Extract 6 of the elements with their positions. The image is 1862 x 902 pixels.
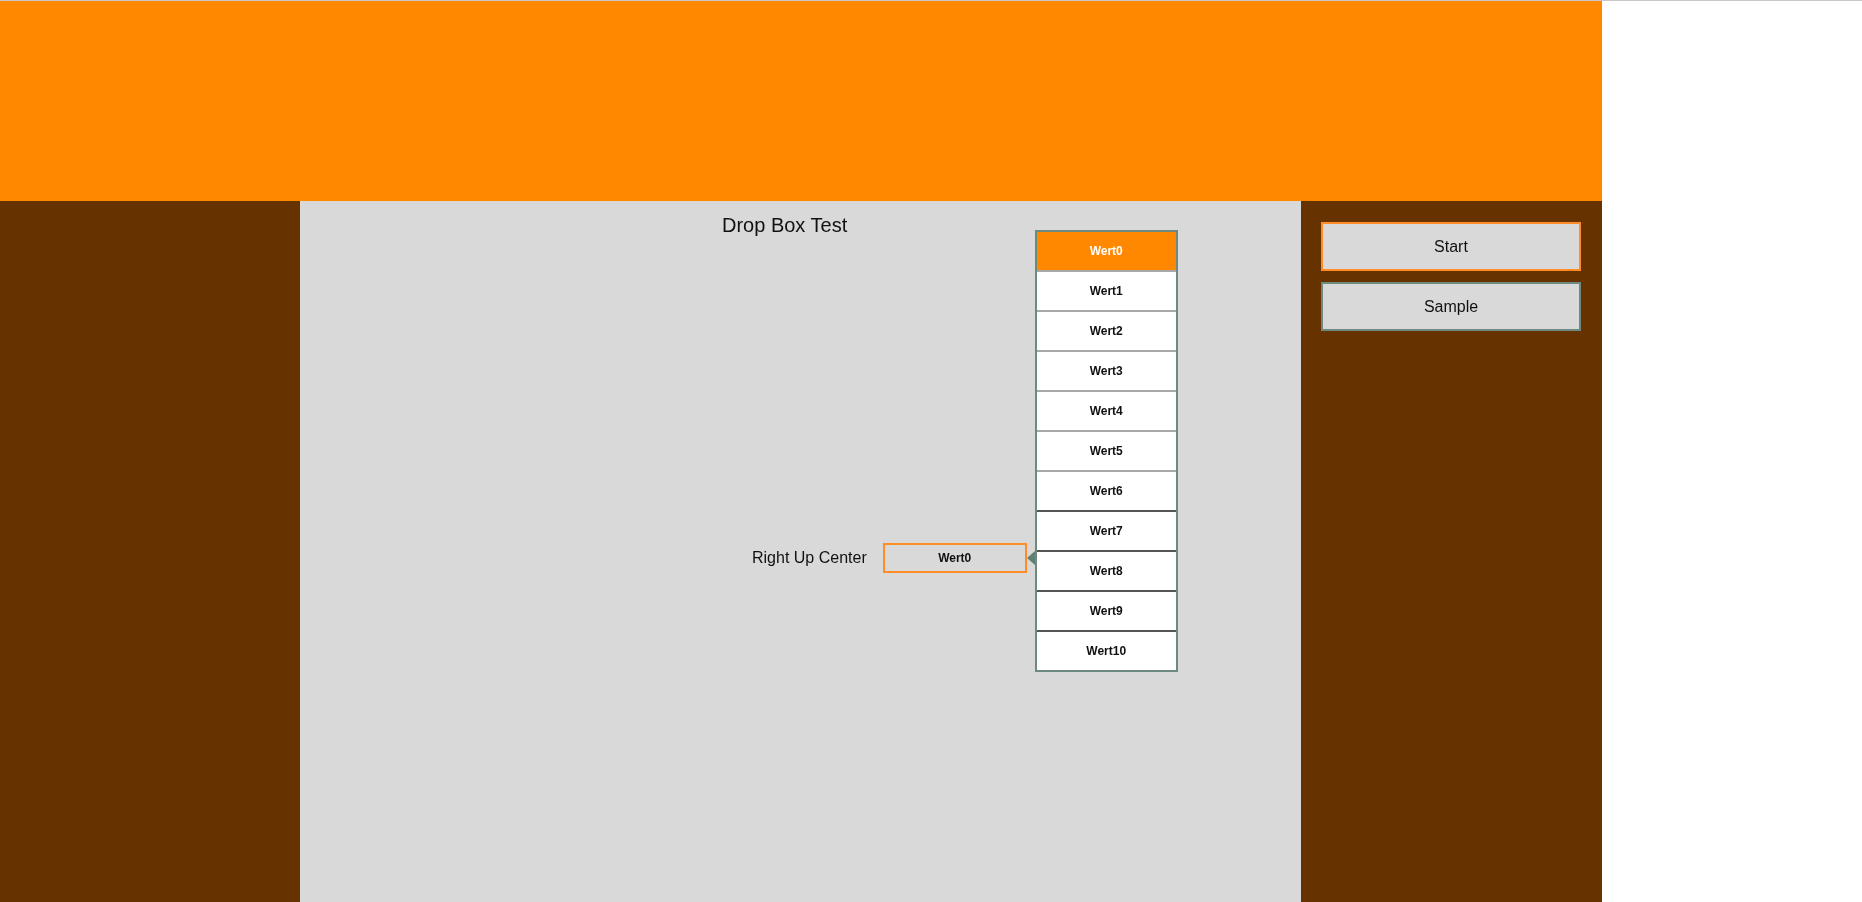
side-button[interactable]: Start (1321, 222, 1581, 271)
dropdown-field[interactable]: Wert0 (882, 543, 1027, 573)
side-button[interactable]: Sample (1321, 282, 1581, 331)
page-title: Drop Box Test (722, 213, 848, 238)
dropdown-label: Right Up Center (752, 549, 867, 567)
pointer-icon (1026, 551, 1035, 565)
